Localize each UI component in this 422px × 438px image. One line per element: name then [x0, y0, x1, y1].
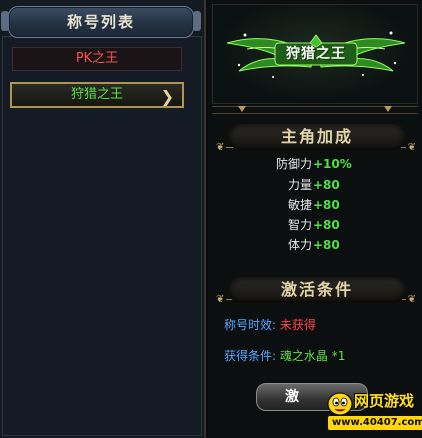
requirement-row: 获得条件: 魂之水晶 *1: [224, 347, 345, 364]
stat-label: 智力: [287, 218, 312, 232]
title-list-heading: 称号列表: [1, 6, 201, 38]
validity-row: 称号时效: 未获得: [224, 316, 316, 333]
title-window: 称号列表 PK之王 狩猎之王 ❯ 狩猎之王 ❦ ❦ 主角加成 防御力 +10% …: [0, 0, 422, 438]
condition-section-heading: 激活条件: [228, 277, 406, 303]
divider: [212, 106, 418, 114]
watermark-url: www.40407.com: [328, 416, 422, 430]
title-detail-panel: 狩猎之王 ❦ ❦ 主角加成 防御力 +10% 力量 +80 敏捷 +80 智力 +…: [208, 0, 422, 438]
mascot-icon: [327, 392, 353, 416]
chevron-right-icon: ❯: [160, 87, 174, 106]
stat-value: +80: [313, 198, 340, 212]
requirement-label: 获得条件:: [224, 349, 277, 363]
watermark: 网页游戏 www.40407.com: [282, 382, 422, 438]
title-item-hunting-king[interactable]: 狩猎之王 ❯: [10, 82, 184, 108]
stat-label: 体力: [287, 238, 312, 252]
title-banner: 狩猎之王: [212, 4, 418, 104]
validity-value: 未获得: [279, 318, 316, 332]
requirement-value: 魂之水晶 *1: [279, 349, 346, 363]
banner-title: 狩猎之王: [286, 46, 346, 62]
stat-value: +10%: [313, 157, 352, 171]
title-item-label: 狩猎之王: [70, 87, 123, 102]
validity-label: 称号时效:: [224, 318, 277, 332]
title-item-pk-king[interactable]: PK之王: [12, 47, 182, 71]
title-item-label: PK之王: [75, 51, 119, 66]
stat-row-stamina: 体力 +80: [208, 236, 422, 254]
stat-row-intellect: 智力 +80: [208, 216, 422, 234]
stat-value: +80: [313, 218, 340, 232]
stat-row-defense: 防御力 +10%: [208, 155, 422, 173]
stat-label: 力量: [287, 178, 312, 192]
stat-value: +80: [313, 238, 340, 252]
stat-row-agility: 敏捷 +80: [208, 196, 422, 214]
watermark-title: 网页游戏: [354, 392, 415, 410]
stat-label: 敏捷: [287, 198, 312, 212]
stat-value: +80: [313, 178, 340, 192]
title-list-panel: 称号列表 PK之王 狩猎之王 ❯: [0, 0, 206, 438]
stat-label: 防御力: [275, 157, 312, 171]
bonus-section-heading: 主角加成: [228, 124, 406, 150]
stat-row-strength: 力量 +80: [208, 176, 422, 194]
